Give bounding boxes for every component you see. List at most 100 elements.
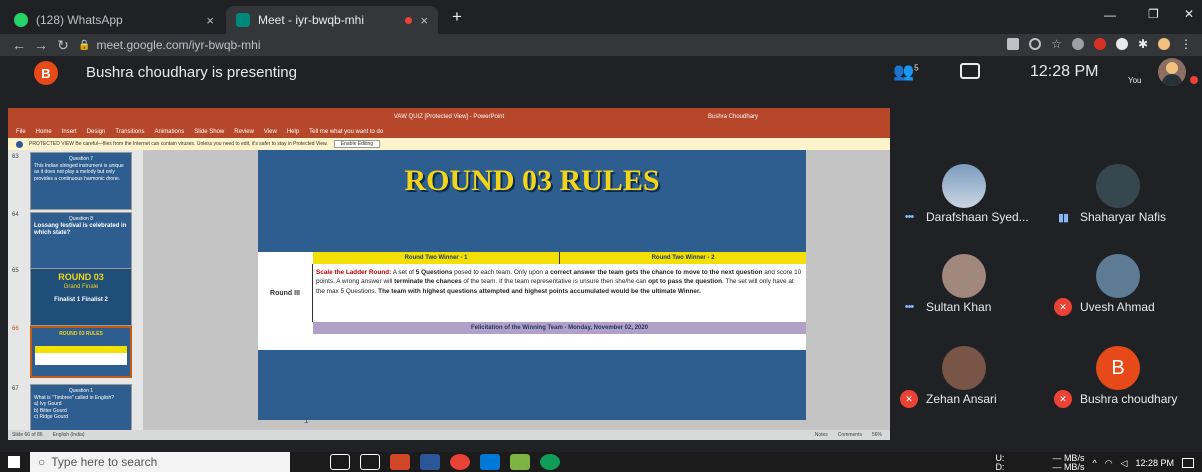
menu-animations[interactable]: Animations	[155, 129, 185, 135]
menu-dots-icon[interactable]: ⋮	[1180, 38, 1192, 50]
participant-tile[interactable]: B ✕ Bushra choudhary	[1050, 342, 1200, 410]
mic-muted-icon: ✕	[1054, 390, 1072, 408]
participant-tile[interactable]: ••• Darafshaan Syed...	[896, 160, 1046, 228]
enable-editing-button[interactable]: Enable Editing	[333, 140, 381, 148]
header-winner-1: Round Two Winner - 1	[404, 255, 468, 261]
new-tab-button[interactable]: +	[452, 7, 462, 27]
reload-icon[interactable]: ↻	[52, 37, 74, 54]
rule-bold: The team with highest questions attempte…	[378, 287, 701, 295]
rule-bold: opt to pass the question	[648, 278, 723, 286]
task-view-icon[interactable]	[330, 454, 350, 470]
slide-title: ROUND 03 RULES	[404, 164, 660, 197]
rule-bold: 5 Questions	[415, 269, 453, 276]
thumb-heading: ROUND 03 RULES	[59, 331, 103, 337]
word-icon[interactable]	[420, 454, 440, 470]
minimize-button[interactable]: —	[1104, 8, 1116, 22]
powerpoint-icon[interactable]	[390, 454, 410, 470]
participant-name: Shaharyar Nafis	[1080, 210, 1167, 224]
protected-view-bar: PROTECTED VIEW Be careful—files from the…	[8, 138, 890, 150]
rule-text: A set of	[391, 269, 416, 276]
search-icon: ○	[38, 455, 46, 469]
url-field[interactable]: 🔒 meet.google.com/iyr-bwqb-mhi	[78, 38, 261, 52]
self-view-thumbnail[interactable]	[1158, 58, 1186, 86]
volume-icon[interactable]: ◁	[1121, 458, 1128, 469]
header-winner-2: Round Two Winner - 2	[559, 252, 806, 264]
chat-icon[interactable]	[960, 63, 980, 79]
chrome-icon[interactable]	[450, 454, 470, 470]
tell-me-field[interactable]: Tell me what you want to do	[309, 129, 383, 135]
menu-file[interactable]: File	[16, 129, 26, 135]
close-tab-icon[interactable]: ×	[206, 13, 214, 28]
net-down-rate: — MB/s	[1052, 462, 1085, 472]
self-mute-icon	[1190, 76, 1198, 84]
thumb-finalists: Finalist 1 Finalist 2	[54, 297, 108, 304]
round-label: Round III	[258, 264, 313, 322]
powerpoint-status-bar: Slide 66 of 86 English (India) Notes Com…	[8, 430, 890, 440]
close-tab-icon[interactable]: ×	[420, 13, 428, 28]
menu-design[interactable]: Design	[87, 129, 106, 135]
star-icon[interactable]: ☆	[1051, 38, 1062, 50]
people-icon[interactable]: 👥5	[893, 62, 919, 82]
edge-icon[interactable]	[540, 454, 560, 470]
tab-meet[interactable]: Meet - iyr-bwqb-mhi ×	[226, 6, 438, 34]
thumb-option: c) Ridge Gourd	[34, 414, 68, 420]
comments-button[interactable]: Comments	[838, 432, 862, 438]
zoom-icon[interactable]	[1029, 38, 1042, 50]
extension-circle-icon[interactable]	[1115, 38, 1128, 50]
browser-tab-strip: (128) WhatsApp × Meet - iyr-bwqb-mhi × +…	[0, 0, 1202, 34]
slide-number: 64	[12, 212, 19, 218]
menu-view[interactable]: View	[264, 129, 277, 135]
zoom-level[interactable]: 56%	[872, 432, 882, 438]
menu-help[interactable]: Help	[287, 129, 299, 135]
recording-dot-icon	[405, 16, 413, 24]
participant-tile[interactable]: ▮▮ Shaharyar Nafis	[1050, 160, 1200, 228]
extension-cloud-icon[interactable]	[1071, 38, 1084, 50]
file-explorer-icon[interactable]	[480, 454, 500, 470]
notification-icon[interactable]	[1182, 458, 1194, 468]
menu-insert[interactable]: Insert	[62, 129, 77, 135]
network-labels: U: D:	[995, 454, 1004, 472]
participant-tile[interactable]: ✕ Uvesh Ahmad	[1050, 250, 1200, 318]
presenting-label: Bushra choudhary is presenting	[86, 64, 297, 81]
windows-start-icon[interactable]	[8, 456, 20, 468]
taskbar-search[interactable]: ○ Type here to search	[30, 452, 290, 472]
slide-thumbnail-selected[interactable]: ROUND 03 RULES	[30, 326, 132, 378]
menu-slide-show[interactable]: Slide Show	[194, 129, 224, 135]
mic-muted-icon: ✕	[1054, 298, 1072, 316]
tray-chevron-icon[interactable]: ^	[1092, 458, 1096, 468]
participant-name: Zehan Ansari	[926, 392, 997, 406]
profile-avatar[interactable]	[1158, 38, 1170, 50]
back-arrow-icon[interactable]: ←	[8, 37, 30, 53]
thumb-heading: ROUND 03	[58, 272, 104, 282]
forward-arrow-icon[interactable]: →	[30, 37, 52, 53]
participant-tile[interactable]: ✕ Zehan Ansari	[896, 342, 1046, 410]
powerpoint-user: Bushra Choudhary	[708, 114, 759, 120]
shield-icon	[16, 140, 23, 148]
slide-thumbnail[interactable]: Question 8 Lossang festival is celebrate…	[30, 212, 132, 270]
slide-thumbnail[interactable]: Question 1 What is "Timbree" called in E…	[30, 384, 132, 430]
extension-record-icon[interactable]	[1093, 38, 1106, 50]
paint-icon[interactable]	[510, 454, 530, 470]
current-slide: ROUND 03 RULES Round Two Winner - 1 Roun…	[258, 150, 806, 420]
menu-review[interactable]: Review	[234, 129, 254, 135]
participant-avatar	[942, 346, 986, 390]
slide-thumbnail[interactable]: Question 7 This Indian stringed instrume…	[30, 152, 132, 210]
tab-whatsapp[interactable]: (128) WhatsApp ×	[4, 6, 224, 34]
self-face	[1166, 62, 1178, 74]
participant-avatar: B	[1096, 346, 1140, 390]
participant-avatar	[1096, 254, 1140, 298]
restore-button[interactable]: ❐	[1148, 7, 1159, 21]
folder-icon[interactable]	[360, 454, 380, 470]
notes-button[interactable]: Notes	[815, 432, 828, 438]
tab-label: (128) WhatsApp	[36, 13, 123, 27]
participant-tile[interactable]: ••• Sultan Khan	[896, 250, 1046, 318]
close-window-button[interactable]: ✕	[1184, 7, 1194, 21]
puzzle-icon[interactable]: ✱	[1138, 38, 1148, 50]
tray-clock[interactable]: 12:28 PM	[1135, 458, 1174, 468]
slide-thumbnail[interactable]: ROUND 03 Grand Finale Finalist 1 Finalis…	[30, 268, 132, 326]
wifi-icon[interactable]: ◠	[1105, 458, 1113, 469]
menu-home[interactable]: Home	[36, 129, 52, 135]
menu-transitions[interactable]: Transitions	[115, 129, 144, 135]
slide-number: 65	[12, 268, 19, 274]
cast-icon[interactable]	[1007, 38, 1020, 50]
